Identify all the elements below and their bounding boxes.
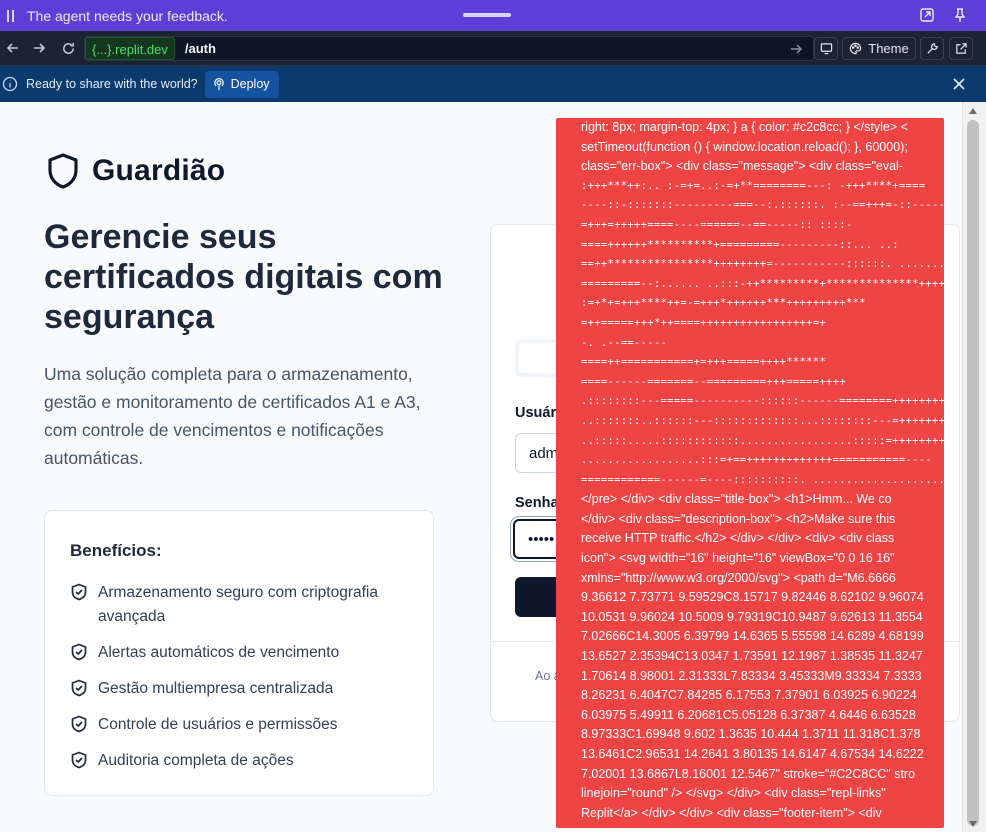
benefit-item: Alertas automáticos de vencimento xyxy=(70,641,418,665)
scroll-down-arrow-icon[interactable] xyxy=(968,820,978,828)
url-domain-badge[interactable]: {...}.replit.dev xyxy=(85,37,175,60)
deploy-button-label: Deploy xyxy=(230,77,270,91)
benefit-text: Alertas automáticos de vencimento xyxy=(98,644,340,661)
close-icon[interactable] xyxy=(952,77,966,91)
benefit-text: Auditoria completa de ações xyxy=(98,752,294,769)
deploy-prompt-text: Ready to share with the world? xyxy=(26,77,198,91)
error-source-line: 7.02666C14.3005 6.39799 14.6365 5.55598 … xyxy=(581,629,924,644)
error-source-line: </div> <div class="description-box"> <h2… xyxy=(581,511,896,526)
benefit-item: Controle de usuários e permissões xyxy=(70,713,418,737)
error-source-line: </pre> </div> <div class="title-box"> <h… xyxy=(581,492,892,507)
benefit-text: Gestão multiempresa centralizada xyxy=(98,680,334,697)
error-source-line: 6.03975 5.49911 6.20681C5.05128 6.37387 … xyxy=(581,707,916,722)
url-bar[interactable]: {...}.replit.dev /auth xyxy=(84,36,814,61)
shield-check-icon xyxy=(71,583,87,601)
shield-check-icon xyxy=(71,715,87,733)
agent-feedback-bar: The agent needs your feedback. xyxy=(0,0,986,31)
brand-logo: Guardião xyxy=(46,152,225,190)
external-link-icon xyxy=(955,43,967,54)
shield-check-icon xyxy=(71,643,87,661)
error-source-line: 13.6461C2.96531 14.2641 3.80135 14.6147 … xyxy=(581,747,924,761)
go-arrow-icon[interactable] xyxy=(789,42,803,56)
error-source-line: 7.02001 13.6867L8.16001 12.5467" stroke=… xyxy=(581,766,916,781)
shield-check-icon xyxy=(71,679,87,697)
error-source-line: =+++=+++++====----======--==-----:: ::::… xyxy=(581,218,853,231)
deploy-banner: Ready to share with the world? Deploy xyxy=(0,66,986,102)
reload-icon[interactable] xyxy=(57,37,79,59)
error-source-line: 8.26231 6.4047C7.84285 6.17553 7.37901 6… xyxy=(581,688,917,703)
deploy-button[interactable]: Deploy xyxy=(204,70,279,98)
username-label: Usuári xyxy=(515,405,561,421)
error-source-line: ..:::::::..::::::---:::::::::::::...::::… xyxy=(581,414,944,427)
benefit-item: Auditoria completa de ações xyxy=(70,749,418,773)
benefit-item: Gestão multiempresa centralizada xyxy=(70,677,418,701)
error-source-line: 10.0531 9.96024 10.5009 9.79319C10.9487 … xyxy=(581,609,923,624)
scrollbar-thumb[interactable] xyxy=(967,120,979,826)
error-source-line: ..:::::.....::::::::::::................… xyxy=(581,434,944,447)
error-source-line: =++=====+++*++====+++++++++++++++++=+ xyxy=(581,316,826,329)
error-source-line: ----::-:::::::---------===--:.::::::. :-… xyxy=(581,199,944,212)
benefit-item: Armazenamento seguro com criptografia av… xyxy=(70,581,418,629)
error-source-line: ==++****************++++++++=-----------… xyxy=(581,258,944,271)
error-source-line: 8.97333C1.69948 9.602 1.3635 10.444 1.37… xyxy=(581,727,921,742)
error-source-line: ====++===========+=+++=====++++****** xyxy=(581,356,826,369)
error-source-line: icon"> <svg width="16" height="16" viewB… xyxy=(581,551,895,566)
open-in-new-window-icon[interactable] xyxy=(919,7,935,23)
error-source-line: 1.70614 8.98001 2.31333L7.83334 3.45333M… xyxy=(581,668,922,683)
hero-title: Gerencie seus certificados digitais com … xyxy=(44,218,443,336)
error-source-line: ====++++++**********+=========---------:… xyxy=(581,238,899,251)
open-external-button[interactable] xyxy=(949,37,973,60)
username-value: adm xyxy=(529,444,559,462)
browser-toolbar: {...}.replit.dev /auth Theme xyxy=(0,31,986,66)
page-scrollbar[interactable] xyxy=(962,102,986,832)
devtools-button[interactable] xyxy=(920,37,944,60)
drag-handle-icon[interactable] xyxy=(7,9,17,22)
shield-icon xyxy=(48,153,78,189)
error-source-line: xmlns="http://www.w3.org/2000/svg"> <pat… xyxy=(581,570,896,585)
error-source-line: =========--:...... ..:::-++*********+***… xyxy=(581,277,944,290)
error-source-line: class="err-box"> <div class="message"> <… xyxy=(581,159,903,174)
password-label: Senha xyxy=(515,495,559,511)
deploy-icon xyxy=(213,77,224,90)
error-source-line: setTimeout(function () { window.location… xyxy=(581,139,908,154)
info-icon xyxy=(2,76,18,92)
benefit-text: Armazenamento seguro com criptografia av… xyxy=(98,584,378,625)
pin-icon[interactable] xyxy=(952,7,968,23)
error-overlay: right: 8px; margin-top: 4px; } a { color… xyxy=(556,118,944,828)
forward-arrow-icon[interactable] xyxy=(28,37,50,59)
theme-button[interactable]: Theme xyxy=(842,37,916,60)
benefits-card: Benefícios: Armazenamento seguro com cri… xyxy=(44,510,434,796)
error-source-line: :=+*+=+++****++=-=+++*++++++***+++++++++… xyxy=(581,297,866,310)
error-source-line: receive HTTP traffic.</h2> </div> </div>… xyxy=(581,531,895,546)
theme-label: Theme xyxy=(868,41,909,56)
benefits-title: Benefícios: xyxy=(70,541,162,560)
error-source-line: Replit</a> </div> </div> <div class="foo… xyxy=(581,805,882,820)
error-source-line: 9.36612 7.73771 9.59529C8.15717 9.82446 … xyxy=(581,590,924,605)
monitor-icon xyxy=(820,43,832,55)
error-source-line: -. .--==----- xyxy=(581,336,668,349)
error-source-line: ============------=----::::::::::. .....… xyxy=(581,473,944,486)
hero-description: Uma solução completa para o armazenament… xyxy=(44,364,421,468)
benefit-text: Controle de usuários e permissões xyxy=(98,716,338,733)
scroll-up-arrow-icon[interactable] xyxy=(968,107,978,115)
error-overlay-source: right: 8px; margin-top: 4px; } a { color… xyxy=(581,118,944,823)
palette-icon xyxy=(850,42,862,55)
devices-button[interactable] xyxy=(814,37,838,60)
error-source-line: .::::::::---=====----------::::::------=… xyxy=(581,395,944,408)
url-path[interactable]: /auth xyxy=(185,41,216,56)
back-arrow-icon[interactable] xyxy=(2,37,24,59)
error-source-line: 13.6527 2.35394C13.0347 1.73591 12.1987 … xyxy=(581,649,923,664)
password-value: ••••• xyxy=(528,530,555,548)
shield-check-icon xyxy=(71,751,87,769)
error-source-line: linejoin="round" /> </svg> </div> <div c… xyxy=(581,786,886,801)
wrench-icon xyxy=(926,43,938,54)
drag-pill-handle[interactable] xyxy=(463,13,511,17)
error-source-line: :+++***++:.. :-=+=..:-=+**========---: -… xyxy=(581,179,926,192)
error-source-line: ..................:::=+==+++++++++++++==… xyxy=(581,454,932,467)
error-source-line: ====------=======--=========+++=====++++ xyxy=(581,375,846,388)
brand-name: Guardião xyxy=(92,154,226,187)
feedback-message: The agent needs your feedback. xyxy=(27,7,228,24)
error-source-line: right: 8px; margin-top: 4px; } a { color… xyxy=(581,120,908,134)
